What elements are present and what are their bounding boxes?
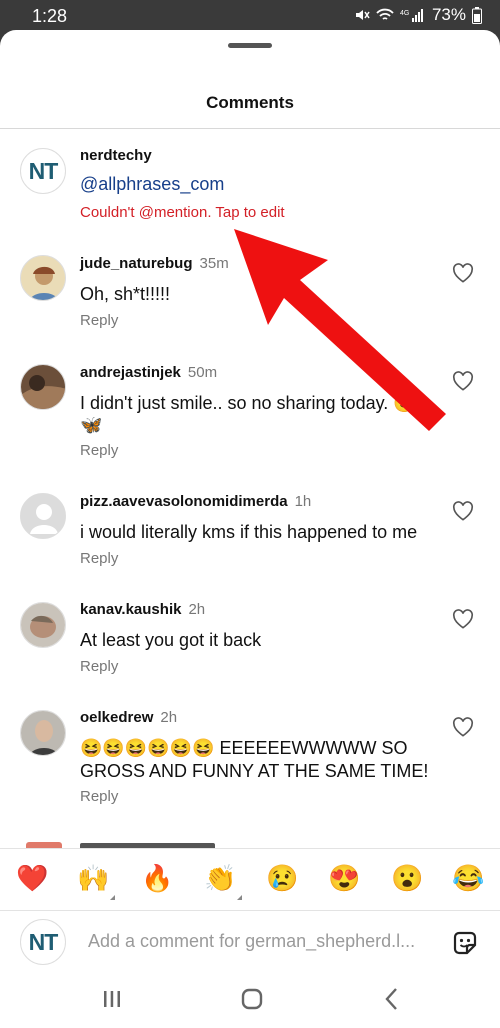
back-icon[interactable] <box>377 984 407 1014</box>
sheet-title: Comments <box>206 93 294 112</box>
avatar[interactable] <box>20 255 66 301</box>
status-icons: 4G 73% <box>354 5 482 25</box>
comment-text-line2: GROSS AND FUNNY AT THE SAME TIME! <box>80 761 429 781</box>
avatar-photo <box>21 603 65 647</box>
comments-sheet: Comments NT nerdtechy @allphrases_com Co… <box>0 30 500 1028</box>
battery-icon <box>472 6 482 24</box>
avatar[interactable]: NT <box>20 148 66 194</box>
comment-time: 50m <box>187 364 218 381</box>
emoji-crying-face[interactable]: 😢 <box>266 862 298 894</box>
avatar-placeholder[interactable] <box>20 493 66 539</box>
emoji-heart-eyes[interactable]: 😍 <box>328 862 360 894</box>
comment-input[interactable]: Add a comment for german_shepherd.l... <box>88 931 415 952</box>
avatar-photo <box>21 365 65 409</box>
my-avatar: NT <box>20 919 66 965</box>
avatar-logo: NT <box>28 157 59 184</box>
comment-time: 35m <box>199 255 229 272</box>
comment-username[interactable]: andrejastinjek 50m <box>80 364 217 381</box>
battery-percent: 73% <box>431 5 466 24</box>
sheet-drag-handle[interactable] <box>228 43 272 48</box>
comment-text: At least you got it back <box>80 630 262 650</box>
emoji-tears-of-joy[interactable]: 😂 <box>452 862 484 894</box>
navigation-bar <box>0 972 500 1028</box>
heart-outline-icon[interactable] <box>452 371 474 391</box>
avatar-logo: NT <box>28 928 59 955</box>
reply-button[interactable]: Reply <box>80 550 118 567</box>
emoji-raised-hands[interactable]: 🙌 <box>77 862 109 894</box>
reply-button[interactable]: Reply <box>80 788 118 805</box>
comment-time: 2h <box>160 709 178 726</box>
comment-username[interactable]: pizz.aavevasolonomidimerda 1h <box>80 493 311 510</box>
comment-username[interactable]: jude_naturebug 35m <box>80 255 229 272</box>
reply-button[interactable]: Reply <box>80 442 118 459</box>
avatar[interactable] <box>20 710 66 756</box>
heart-outline-icon[interactable] <box>452 263 474 283</box>
avatar[interactable] <box>20 364 66 410</box>
emoji-heart[interactable]: ❤️ <box>16 862 48 894</box>
comment-composer: NT Add a comment for german_shepherd.l..… <box>0 910 500 973</box>
wifi-icon <box>376 8 394 20</box>
status-time: 1:28 <box>32 6 68 26</box>
comment-text: i would literally kms if this happened t… <box>80 522 418 542</box>
divider <box>0 128 500 129</box>
status-bar: 1:28 4G 73% <box>0 0 500 32</box>
default-user-icon <box>21 494 65 538</box>
home-icon[interactable] <box>237 984 267 1014</box>
emoji-fire[interactable]: 🔥 <box>141 862 173 894</box>
reply-button[interactable]: Reply <box>80 658 118 675</box>
heart-outline-icon[interactable] <box>452 609 474 629</box>
comment-time: 1h <box>294 493 312 510</box>
reply-button[interactable]: Reply <box>80 312 118 329</box>
comment-time: 2h <box>188 601 206 618</box>
mute-icon <box>355 10 370 20</box>
comment-username[interactable]: kanav.kaushik 2h <box>80 601 205 618</box>
avatar[interactable] <box>20 602 66 648</box>
avatar-photo <box>21 256 65 300</box>
emoji-quick-bar: ❤️ 🙌 🔥 👏 😢 😍 😮 😂 <box>0 848 500 911</box>
comment-username[interactable]: oelkedrew 2h <box>80 709 177 726</box>
emoji-clapping-hands[interactable]: 👏 <box>204 862 236 894</box>
comment-text: Oh, sh*t!!!!! <box>80 284 171 304</box>
heart-outline-icon[interactable] <box>452 717 474 737</box>
heart-outline-icon[interactable] <box>452 501 474 521</box>
skin-tone-indicator <box>237 895 242 900</box>
caption-username[interactable]: nerdtechy <box>80 147 152 164</box>
signal-icon: 4G <box>400 9 423 22</box>
comment-text: 😆😆😆😆😆😆 EEEEEEWWWWW SO <box>80 738 408 758</box>
comment-text: I didn't just smile.. so no sharing toda… <box>80 393 416 413</box>
svg-text:4G: 4G <box>400 10 409 17</box>
avatar-photo <box>21 711 65 755</box>
mention-error[interactable]: Couldn't @mention. Tap to edit <box>80 204 285 221</box>
sticker-icon[interactable] <box>451 929 479 957</box>
comment-text-line2: 🦋 <box>80 415 103 435</box>
recent-apps-icon[interactable] <box>97 984 127 1014</box>
skin-tone-indicator <box>110 895 115 900</box>
mention-link[interactable]: @allphrases_com <box>80 174 224 195</box>
emoji-surprised-face[interactable]: 😮 <box>391 862 423 894</box>
